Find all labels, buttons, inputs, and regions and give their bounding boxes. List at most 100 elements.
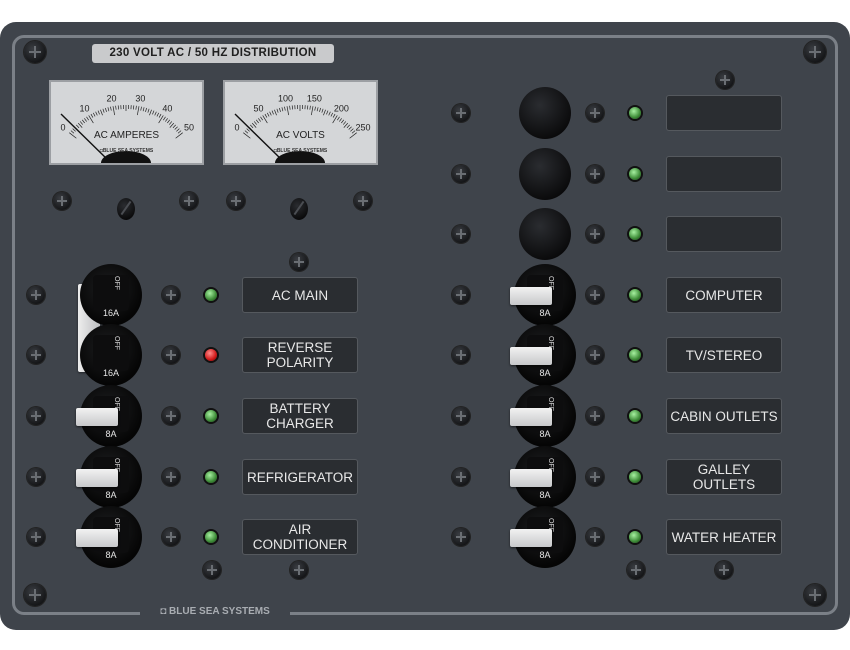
ac-amperes-meter: 0 10 20 30 40 50 AC AMPERES ◘BLUE SEA SYSTEMS: [49, 80, 204, 165]
breaker-1[interactable]: OFF 16A: [80, 264, 142, 326]
scale-tick: [107, 107, 110, 112]
scale-tick: [110, 106, 112, 111]
circuit-label: REVERSE POLARITY: [242, 337, 358, 373]
mount-screw-icon: [452, 468, 470, 486]
brand-label: ◘ BLUE SEA SYSTEMS: [140, 604, 290, 620]
scale-number: 150: [307, 93, 322, 103]
scale-tick: [86, 116, 89, 121]
volts-brand: ◘BLUE SEA SYSTEMS: [273, 148, 328, 154]
scale-tick: [102, 108, 105, 113]
mount-screw-icon: [452, 286, 470, 304]
mount-screw-icon: [586, 286, 604, 304]
panel-title: 230 VOLT AC / 50 HZ DISTRIBUTION: [92, 44, 334, 63]
scale-tick: [149, 109, 152, 116]
scale-number: 10: [80, 104, 90, 114]
breaker-toggle[interactable]: [510, 287, 552, 305]
scale-tick: [330, 112, 334, 117]
circuit-label: REFRIGERATOR: [242, 459, 358, 495]
circuit-label: COMPUTER: [666, 277, 782, 313]
breaker-toggle[interactable]: [76, 529, 118, 547]
circuit-label: [666, 95, 782, 131]
scale-tick: [266, 112, 270, 117]
scale-tick: [90, 113, 94, 118]
indicator-led: [629, 471, 641, 483]
breaker-toggle[interactable]: [510, 529, 552, 547]
breaker-4[interactable]: OFF 8A: [76, 446, 142, 508]
breaker-2[interactable]: OFF 16A: [80, 324, 142, 386]
scale-tick: [250, 124, 254, 129]
blank-breaker-plug: [519, 208, 571, 260]
ac-volts-meter: 0 50 100 150 200 250 AC VOLTS ◘BLUE SEA SYSTE…: [223, 80, 378, 165]
mount-screw-icon: [715, 561, 733, 579]
mount-screw-icon: [27, 468, 45, 486]
scale-tick: [337, 116, 340, 121]
scale-tick: [326, 110, 329, 115]
scale-tick: [142, 107, 145, 112]
breaker-toggle[interactable]: [510, 469, 552, 487]
mount-screw-icon: [162, 286, 180, 304]
breaker-toggle[interactable]: [76, 408, 118, 426]
indicator-led: [629, 410, 641, 422]
mount-screw-icon: [452, 104, 470, 122]
breaker-toggle[interactable]: [76, 469, 118, 487]
blank-breaker-plug: [519, 148, 571, 200]
indicator-led: [205, 531, 217, 543]
scale-tick: [260, 116, 263, 121]
scale-tick: [172, 124, 176, 129]
mount-screw-icon: [27, 528, 45, 546]
indicator-led: [629, 107, 641, 119]
mount-screw-icon: [162, 528, 180, 546]
scale-tick: [276, 108, 279, 113]
scale-tick: [95, 111, 98, 116]
scale-tick: [332, 113, 336, 118]
scale-tick: [156, 112, 160, 117]
amp-rating: 8A: [105, 490, 117, 500]
scale-tick: [115, 105, 117, 110]
scale-tick: [281, 107, 284, 112]
indicator-led: [629, 531, 641, 543]
amperes-label: AC AMPERES: [93, 130, 160, 141]
scale-tick: [346, 124, 350, 129]
mount-screw-icon: [452, 225, 470, 243]
amp-rating: 8A: [105, 429, 117, 439]
mount-screw-icon: [452, 407, 470, 425]
mount-screw-icon: [203, 561, 221, 579]
scale-tick: [154, 111, 157, 116]
indicator-led: [205, 410, 217, 422]
breaker-5[interactable]: OFF 8A: [76, 506, 142, 568]
mount-screw-icon: [162, 346, 180, 364]
circuit-label: [666, 156, 782, 192]
scale-number: 200: [334, 104, 349, 114]
breaker-r4[interactable]: OFF 8A: [510, 264, 576, 326]
volts-adjust-knob[interactable]: [290, 198, 308, 220]
breaker-r7[interactable]: OFF 8A: [510, 446, 576, 508]
scale-tick: [328, 111, 331, 116]
breaker-toggle[interactable]: [510, 347, 552, 365]
circuit-label: WATER HEATER: [666, 519, 782, 555]
corner-screw-icon: [24, 41, 46, 63]
indicator-led: [629, 349, 641, 361]
breaker-r5[interactable]: OFF 8A: [510, 324, 576, 386]
scale-tick: [251, 122, 257, 128]
mount-screw-icon: [452, 346, 470, 364]
scale-tick: [163, 116, 166, 121]
scale-tick: [286, 106, 289, 116]
scale-tick: [289, 105, 291, 110]
circuit-label: CABIN OUTLETS: [666, 398, 782, 434]
scale-tick: [147, 108, 150, 113]
mount-screw-icon: [290, 253, 308, 271]
breaker-3[interactable]: OFF 8A: [76, 385, 142, 447]
breaker-r8[interactable]: OFF 8A: [510, 506, 576, 568]
amperes-adjust-knob[interactable]: [117, 198, 135, 220]
mount-screw-icon: [586, 104, 604, 122]
mount-screw-icon: [180, 192, 198, 210]
corner-screw-icon: [804, 584, 826, 606]
scale-tick: [311, 106, 314, 116]
corner-screw-icon: [24, 584, 46, 606]
mount-screw-icon: [452, 528, 470, 546]
scale-tick: [279, 107, 281, 112]
breaker-r6[interactable]: OFF 8A: [510, 385, 576, 447]
scale-tick: [165, 118, 168, 122]
breaker-toggle[interactable]: [510, 408, 552, 426]
indicator-led: [629, 168, 641, 180]
